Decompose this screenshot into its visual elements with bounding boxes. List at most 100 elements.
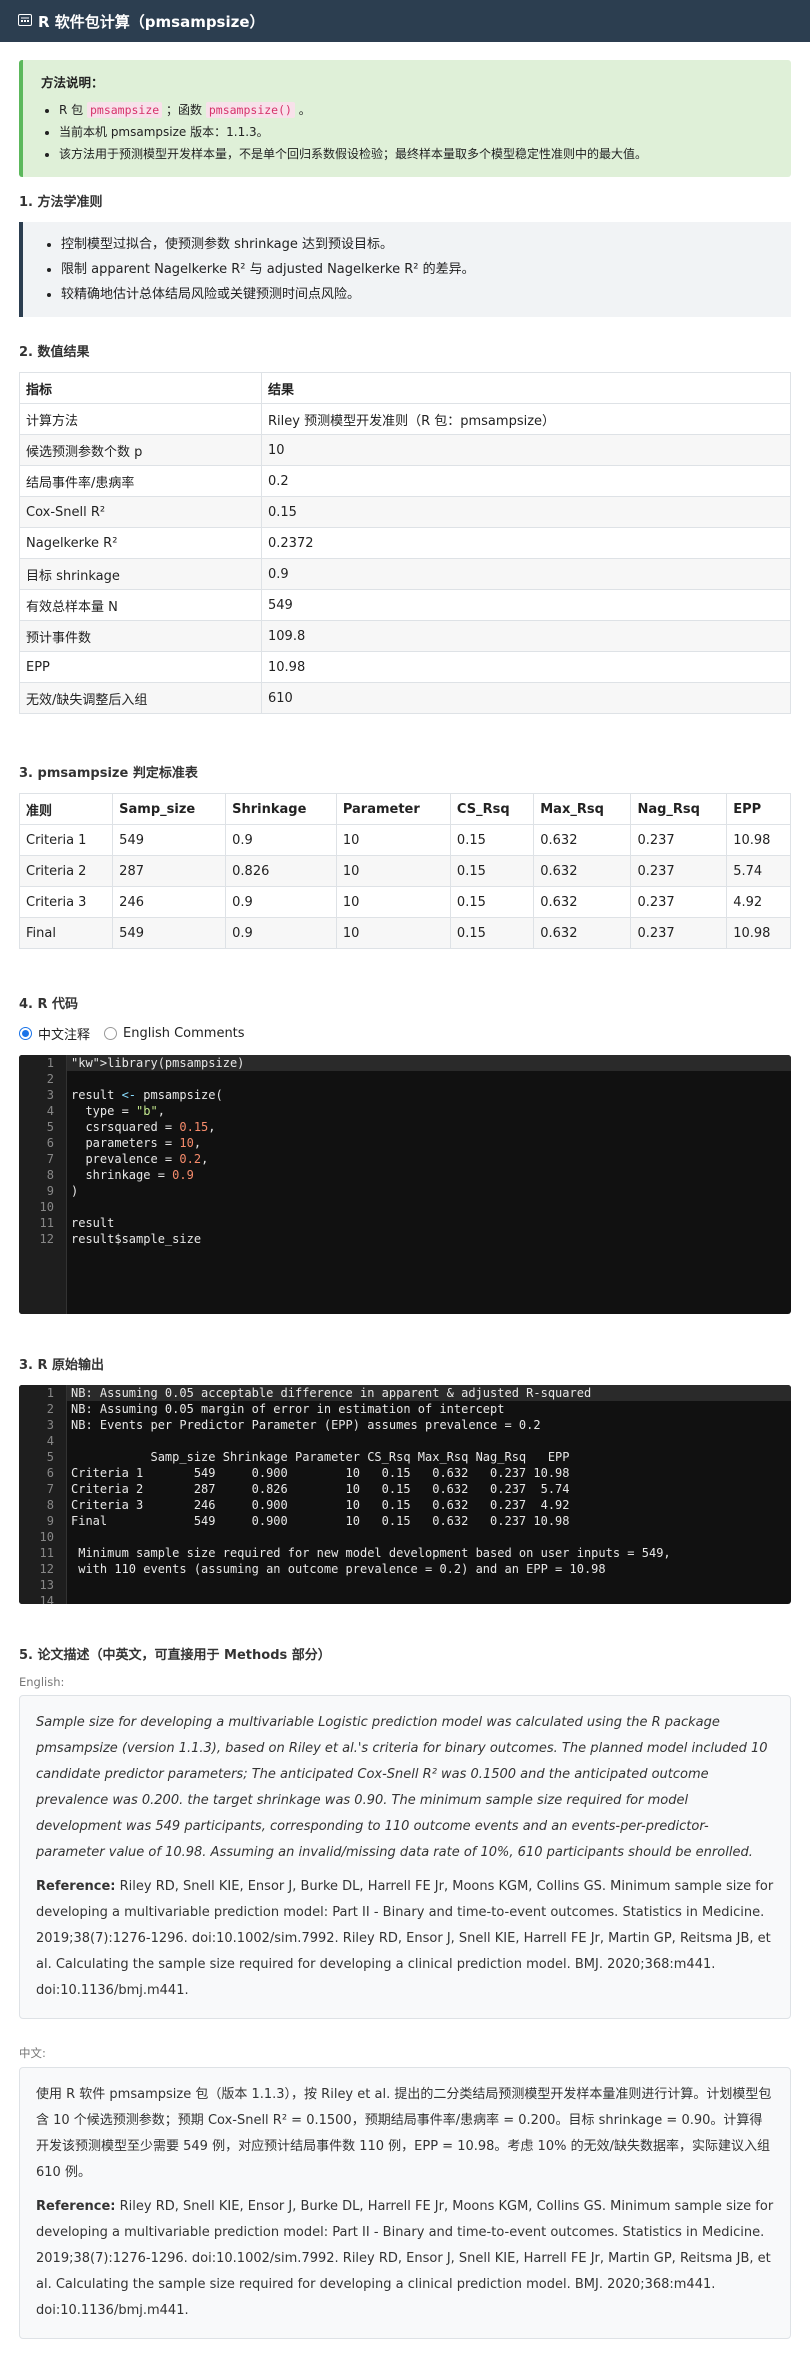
col-header: Samp_size [112, 793, 227, 825]
code-line: 5 Samp_size Shrinkage Parameter CS_Rsq M… [19, 1449, 791, 1465]
col-header: CS_Rsq [449, 793, 535, 825]
table-cell: 287 [112, 855, 227, 887]
section-title-code: 4. R 代码 [19, 997, 79, 1012]
radio-indicator[interactable] [104, 1027, 118, 1040]
table-cell: 有效总样本量 N [19, 589, 262, 621]
line-number: 5 [19, 1119, 67, 1135]
code-text: Criteria 2 287 0.826 10 0.15 0.632 0.237… [71, 1482, 570, 1496]
comment-language-toggle: 中文注释 English Comments [19, 1024, 791, 1043]
principles-box: 控制模型过拟合，使预测参数 shrinkage 达到预设目标。 限制 appar… [19, 222, 791, 317]
code-line: 12 with 110 events (assuming an outcome … [19, 1561, 791, 1577]
code-line: 7 prevalence = 0.2, [19, 1151, 791, 1167]
english-label: English: [19, 1675, 65, 1689]
code-text: result [71, 1216, 115, 1230]
code-text: csrsquared = 0.15, [71, 1120, 216, 1134]
notice-text: R 包 [59, 103, 87, 117]
principle-item: 限制 apparent Nagelkerke R² 与 adjusted Nag… [61, 257, 775, 282]
code-text: with 110 events (assuming an outcome pre… [71, 1562, 606, 1576]
table-cell: 10 [335, 886, 451, 918]
radio-chinese-comments[interactable]: 中文注释 [19, 1024, 90, 1043]
code-text: NB: Events per Predictor Parameter (EPP)… [71, 1418, 541, 1432]
notice-item: 当前本机 pmsampsize 版本：1.1.3。 [59, 121, 775, 143]
code-line: 1 "kw">library(pmsampsize) [19, 1055, 791, 1071]
table-row: Criteria 2 287 0.826 10 0.15 0.632 0.237 5.74 [18, 855, 791, 887]
col-header: Shrinkage [225, 793, 337, 825]
method-notice: 方法说明： R 包 pmsampsize ；函数 pmsampsize() 。 … [19, 60, 791, 177]
code-text: prevalence = 0.2, [71, 1152, 209, 1166]
table-cell: Final [18, 917, 114, 949]
radio-indicator[interactable] [19, 1027, 32, 1040]
table-cell: 预计事件数 [19, 620, 262, 652]
table-cell: Cox-Snell R² [19, 496, 262, 528]
table-row: 目标 shrinkage 0.9 [19, 558, 791, 590]
gutter [19, 1247, 67, 1314]
code-text: Minimum sample size required for new mod… [71, 1546, 671, 1560]
line-number: 4 [19, 1433, 67, 1449]
line-number: 2 [19, 1071, 67, 1087]
code-line: 8 Criteria 3 246 0.900 10 0.15 0.632 0.23… [19, 1497, 791, 1513]
section-title-output: 3. R 原始输出 [19, 1358, 105, 1373]
table-row: 计算方法 Riley 预测模型开发准则（R 包：pmsampsize） [19, 403, 791, 435]
code-line: 4 type = "b", [19, 1103, 791, 1119]
code-line: 1 NB: Assuming 0.05 acceptable difference… [19, 1385, 791, 1401]
code-line: 8 shrinkage = 0.9 [19, 1167, 791, 1183]
english-reference: Reference: Riley RD, Snell KIE, Ensor J,… [36, 1874, 774, 2004]
code-line: 12 result$sample_size [19, 1231, 791, 1247]
table-cell: 0.15 [449, 886, 535, 918]
table-cell: 10 [335, 855, 451, 887]
radio-english-comments[interactable]: English Comments [104, 1026, 245, 1041]
line-number: 2 [19, 1401, 67, 1417]
code-text: Final 549 0.900 10 0.15 0.632 0.237 10.9… [71, 1514, 570, 1528]
code-line: 10 [19, 1529, 791, 1545]
col-header: Max_Rsq [533, 793, 632, 825]
r-output-console: 1 NB: Assuming 0.05 acceptable difference… [19, 1385, 791, 1604]
code-line: 11 result [19, 1215, 791, 1231]
line-number: 9 [19, 1513, 67, 1529]
line-number: 12 [19, 1231, 67, 1247]
line-number: 12 [19, 1561, 67, 1577]
col-header: Parameter [335, 793, 451, 825]
section-title-principles: 1. 方法学准则 [19, 195, 103, 210]
line-number: 1 [19, 1055, 67, 1071]
code-line: 6 Criteria 1 549 0.900 10 0.15 0.632 0.23… [19, 1465, 791, 1481]
code-text: "kw">library(pmsampsize) [71, 1056, 245, 1070]
table-row: 结局事件率/患病率 0.2 [19, 465, 791, 497]
code-line: 2 NB: Assuming 0.05 margin of error in es… [19, 1401, 791, 1417]
code-line: 7 Criteria 2 287 0.826 10 0.15 0.632 0.23… [19, 1481, 791, 1497]
criteria-table: 准则 Samp_size Shrinkage Parameter CS_Rsq Max_R… [18, 793, 791, 949]
table-cell: 549 [261, 589, 791, 621]
table-cell: Nagelkerke R² [19, 527, 262, 559]
line-number: 11 [19, 1545, 67, 1561]
code-text: result <- pmsampsize( [71, 1088, 223, 1102]
table-cell: 0.632 [533, 824, 632, 856]
table-cell: 0.2372 [261, 527, 791, 559]
section-title-results: 2. 数值结果 [19, 345, 90, 360]
chinese-text: 使用 R 软件 pmsampsize 包（版本 1.1.3），按 Riley e… [36, 2087, 772, 2180]
table-cell: 0.632 [533, 855, 632, 887]
code-text: NB: Assuming 0.05 acceptable difference … [71, 1386, 592, 1400]
r-code-editor[interactable]: 1 "kw">library(pmsampsize) 2 3 result <- pms… [19, 1055, 791, 1314]
line-number: 8 [19, 1167, 67, 1183]
code-line: 4 [19, 1433, 791, 1449]
line-number: 13 [19, 1577, 67, 1593]
code-text: Criteria 1 549 0.900 10 0.15 0.632 0.237… [71, 1466, 570, 1480]
section-title-description: 5. 论文描述（中英文，可直接用于 Methods 部分） [19, 1648, 331, 1663]
table-cell: 无效/缺失调整后入组 [19, 682, 262, 714]
line-number: 6 [19, 1465, 67, 1481]
line-number: 4 [19, 1103, 67, 1119]
code-line: 2 [19, 1071, 791, 1087]
english-text: Sample size for developing a multivariab… [36, 1715, 768, 1860]
code-line: 9) [19, 1183, 791, 1199]
line-number: 7 [19, 1481, 67, 1497]
table-cell: 0.237 [630, 855, 728, 887]
table-cell: 10.98 [726, 824, 791, 856]
table-cell: Riley 预测模型开发准则（R 包：pmsampsize） [261, 403, 791, 435]
table-cell: 10 [261, 434, 791, 466]
radio-label: English Comments [123, 1026, 245, 1041]
code-text: Criteria 3 246 0.900 10 0.15 0.632 0.237… [71, 1498, 570, 1512]
table-cell: 0.9 [261, 558, 791, 590]
notice-item: R 包 pmsampsize ；函数 pmsampsize() 。 [59, 99, 775, 121]
line-number: 6 [19, 1135, 67, 1151]
